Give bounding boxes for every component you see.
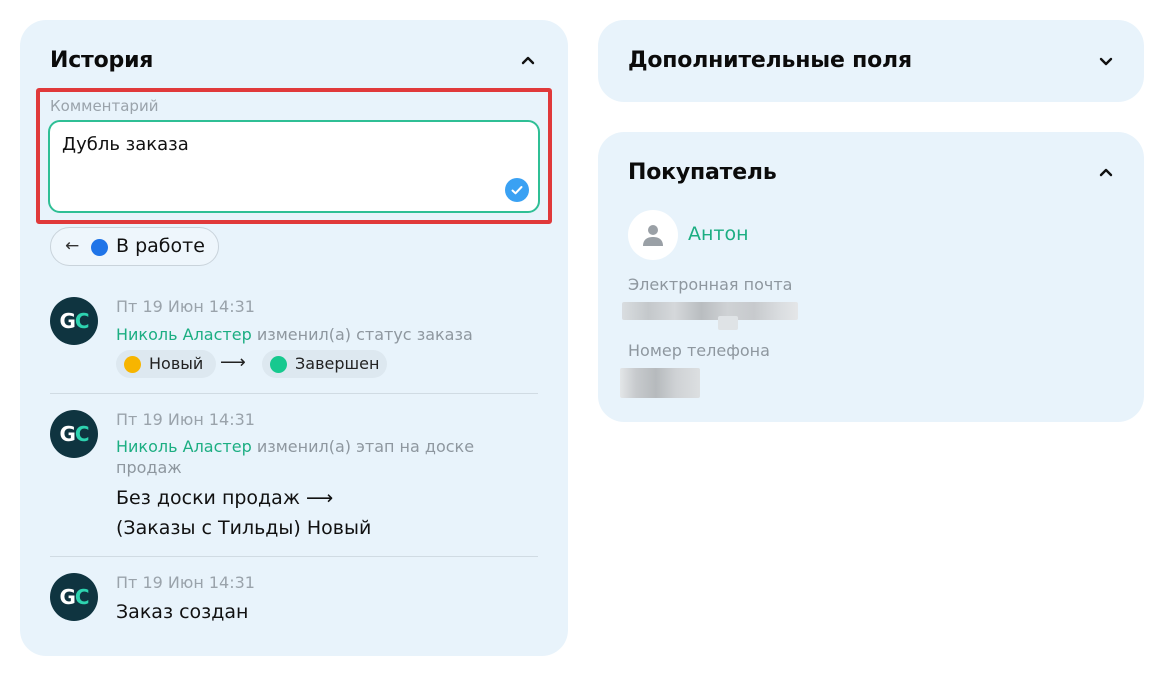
divider	[50, 556, 538, 557]
history-entry: GC Пт 19 Июн 14:31 Николь Аластер измени…	[50, 297, 538, 387]
entry-description: Николь Аластер изменил(а) этап на доске …	[116, 436, 536, 478]
arrow-right-icon: ⟶	[220, 352, 246, 373]
entry-timestamp: Пт 19 Июн 14:31	[116, 410, 255, 429]
entry-description: Николь Аластер изменил(а) статус заказа	[116, 324, 536, 345]
user-link[interactable]: Николь Аластер	[116, 325, 252, 344]
divider	[50, 393, 538, 394]
status-label: В работе	[116, 235, 205, 257]
entry-timestamp: Пт 19 Июн 14:31	[116, 573, 255, 592]
history-entry: GC Пт 19 Июн 14:31 Заказ создан	[50, 573, 538, 633]
status-dot-yellow	[124, 356, 141, 373]
chevron-down-icon[interactable]	[1096, 51, 1116, 71]
comment-input[interactable]: Дубль заказа	[48, 120, 540, 213]
entry-action: изменил(а) статус заказа	[256, 325, 473, 344]
user-link[interactable]: Николь Аластер	[116, 437, 252, 456]
arrow-left-icon: ←	[65, 236, 80, 256]
chevron-up-icon[interactable]	[1096, 162, 1116, 182]
avatar: GC	[50, 410, 98, 458]
status-dot-green	[270, 356, 287, 373]
buyer-name-link[interactable]: Антон	[688, 223, 749, 245]
history-title: История	[50, 48, 154, 73]
comment-value: Дубль заказа	[62, 134, 189, 155]
history-entry: GC Пт 19 Июн 14:31 Николь Аластер измени…	[50, 410, 538, 550]
status-dot	[91, 239, 108, 256]
phone-label: Номер телефона	[628, 341, 770, 360]
email-label: Электронная почта	[628, 275, 793, 294]
entry-timestamp: Пт 19 Июн 14:31	[116, 297, 255, 316]
avatar: GC	[50, 297, 98, 345]
buyer-title: Покупатель	[628, 160, 777, 185]
check-circle-icon[interactable]	[505, 178, 529, 202]
status-button[interactable]: ← В работе	[50, 227, 219, 266]
buyer-card: Покупатель Антон Электронная почта Номер…	[598, 132, 1144, 422]
chevron-up-icon[interactable]	[518, 50, 538, 70]
entry-board-to: (Заказы с Тильды) Новый	[116, 517, 372, 539]
user-avatar-icon	[628, 210, 678, 260]
extra-fields-card[interactable]: Дополнительные поля	[598, 20, 1144, 102]
entry-board-from: Без доски продаж ⟶	[116, 487, 334, 509]
status-chip-to: Завершен	[262, 350, 387, 378]
status-chip-from: Новый	[116, 350, 216, 378]
history-card: История Комментарий Дубль заказа ← В раб…	[20, 20, 568, 656]
comment-label: Комментарий	[50, 97, 159, 115]
avatar: GC	[50, 573, 98, 621]
extra-fields-title: Дополнительные поля	[628, 48, 912, 73]
entry-text: Заказ создан	[116, 601, 249, 623]
